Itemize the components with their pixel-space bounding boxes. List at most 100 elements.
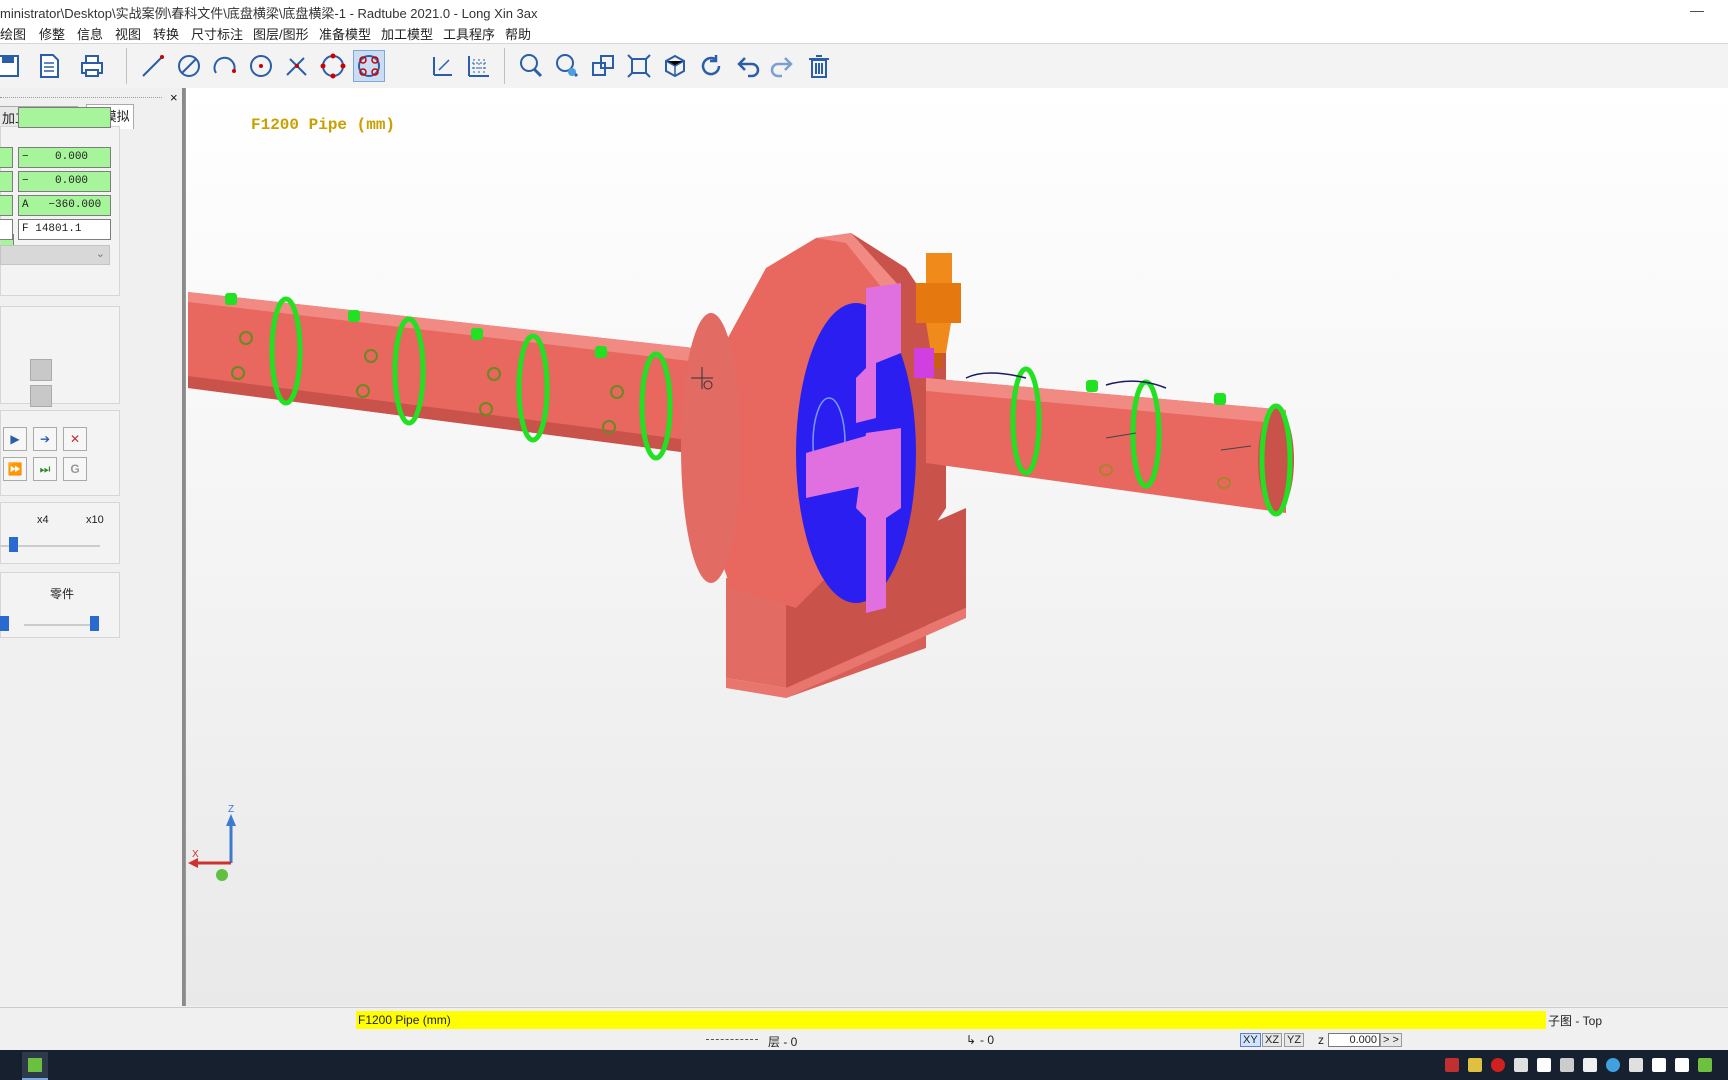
tray-icon-6[interactable]: [1560, 1058, 1574, 1072]
menu-bar: 绘图 修整 信息 视图 转换 尺寸标注 图层/图形 准备模型 加工模型 工具程序…: [0, 22, 1728, 43]
circle-diameter-icon[interactable]: [174, 51, 204, 81]
g-icon: G: [70, 462, 80, 476]
tray-icon-3[interactable]: [1491, 1058, 1505, 1072]
plane-xy-button[interactable]: XY: [1240, 1033, 1261, 1047]
minimize-button[interactable]: —: [1690, 2, 1704, 18]
delete-icon[interactable]: [804, 51, 834, 81]
pan-icon[interactable]: [588, 51, 618, 81]
redo-icon[interactable]: [768, 51, 798, 81]
tray-icon-12[interactable]: [1698, 1058, 1712, 1072]
fast-forward-icon: ⏩: [7, 462, 23, 476]
print-icon[interactable]: [77, 51, 107, 81]
more-button[interactable]: > >: [1380, 1033, 1402, 1047]
menu-prepare-model[interactable]: 准备模型: [319, 24, 371, 43]
axis-button-1[interactable]: [0, 147, 13, 168]
toggle-box-1[interactable]: [30, 359, 52, 381]
fit-view-icon[interactable]: [624, 51, 654, 81]
title-bar: ministrator\Desktop\实战案例\春科文件\底盘横梁\底盘横梁-…: [0, 0, 1728, 22]
tray-icon-2[interactable]: [1468, 1058, 1482, 1072]
tray-icon-4[interactable]: [1514, 1058, 1528, 1072]
tray-icon-10[interactable]: [1652, 1058, 1666, 1072]
position-y-field: − 0.000: [18, 171, 111, 192]
menu-transform[interactable]: 转换: [153, 24, 179, 43]
toggle-box-2[interactable]: [30, 385, 52, 407]
axis-button-3[interactable]: [0, 195, 13, 216]
toolbar: [0, 43, 1728, 90]
step-button[interactable]: ➔: [33, 427, 57, 451]
graphics-viewport[interactable]: F1200 Pipe (mm) Z X: [185, 88, 1728, 1006]
layer-indicator[interactable]: 层 - 0: [768, 1033, 797, 1050]
torch-holder: [914, 348, 934, 378]
stop-button[interactable]: ✕: [63, 427, 87, 451]
menu-help[interactable]: 帮助: [505, 24, 531, 43]
zoom-icon[interactable]: [516, 51, 546, 81]
refresh-icon[interactable]: [696, 51, 726, 81]
position-a-field: A −360.000: [18, 195, 111, 216]
taskbar: [0, 1050, 1728, 1080]
speed-label-x4: x4: [37, 514, 49, 526]
axis-button-4[interactable]: [0, 219, 13, 240]
part-group: [0, 572, 120, 638]
cplane-indicator[interactable]: - 0: [980, 1033, 994, 1047]
status-bar: F1200 Pipe (mm) 子图 - Top: [0, 1007, 1728, 1032]
part-slider-track: [24, 624, 96, 626]
gcode-button[interactable]: G: [63, 457, 87, 481]
iso-view-icon[interactable]: [660, 51, 690, 81]
part-slider-start-thumb[interactable]: [0, 616, 9, 631]
document-icon[interactable]: [34, 51, 64, 81]
circle-points-icon[interactable]: [318, 51, 348, 81]
arc-tool-icon[interactable]: [210, 51, 240, 81]
part-slider-end-thumb[interactable]: [90, 616, 99, 631]
menu-layers[interactable]: 图层/图形: [253, 24, 309, 43]
tray-icon-9[interactable]: [1629, 1058, 1643, 1072]
trim-tool-icon[interactable]: [282, 51, 312, 81]
z-label: z: [1318, 1033, 1324, 1047]
status-message: F1200 Pipe (mm): [356, 1011, 1546, 1029]
menu-dimension[interactable]: 尺寸标注: [191, 24, 243, 43]
step-icon: ➔: [39, 432, 51, 446]
subview-indicator[interactable]: 子图 - Top: [1548, 1012, 1602, 1029]
close-panel-button[interactable]: ×: [170, 90, 178, 105]
stop-icon: ✕: [69, 432, 81, 446]
axis-triad: [188, 814, 236, 881]
skip-end-icon: ⏭: [39, 462, 51, 476]
menu-view[interactable]: 视图: [115, 24, 141, 43]
tray-icon-8[interactable]: [1606, 1058, 1620, 1072]
speed-slider-thumb[interactable]: [9, 537, 18, 552]
fast-forward-button[interactable]: ⏩: [3, 457, 27, 481]
save-icon[interactable]: [0, 51, 24, 81]
tray-icon-5[interactable]: [1537, 1058, 1551, 1072]
operation-dropdown[interactable]: ⌄: [0, 245, 110, 265]
line-tool-icon[interactable]: [138, 51, 168, 81]
tray-icon-7[interactable]: [1583, 1058, 1597, 1072]
menu-info[interactable]: 信息: [77, 24, 103, 43]
zoom-window-icon[interactable]: [552, 51, 582, 81]
position-x-field: − 0.000: [18, 147, 111, 168]
radtube-taskbar-icon[interactable]: [22, 1052, 48, 1080]
undo-icon[interactable]: [732, 51, 762, 81]
axis-button-2[interactable]: [0, 171, 13, 192]
cplane-icon: ↳: [966, 1033, 977, 1047]
z-depth-input[interactable]: 0.000: [1328, 1033, 1380, 1047]
operations-panel: × 加工 ▭ 管子 ▶ 模拟 − 0.000 − 0.000 A −360.00…: [0, 88, 185, 1006]
grid-tool-icon[interactable]: [464, 51, 494, 81]
menu-utilities[interactable]: 工具程序: [443, 24, 495, 43]
tray-icon-1[interactable]: [1445, 1058, 1459, 1072]
bolt-circle-icon[interactable]: [353, 50, 385, 82]
feedrate-field: F 14801.1: [18, 219, 111, 240]
tray-icon-11[interactable]: [1675, 1058, 1689, 1072]
plane-xz-button[interactable]: XZ: [1262, 1033, 1283, 1047]
plane-yz-button[interactable]: YZ: [1284, 1033, 1305, 1047]
machine-scene[interactable]: Z X: [186, 88, 1728, 1006]
playback-group: [0, 410, 120, 496]
menu-machining-model[interactable]: 加工模型: [381, 24, 433, 43]
circle-center-icon[interactable]: [246, 51, 276, 81]
menu-trim[interactable]: 修整: [39, 24, 65, 43]
line-style-indicator[interactable]: [706, 1039, 758, 1040]
axis-z-label: Z: [228, 804, 234, 815]
play-button[interactable]: ▶: [3, 427, 27, 451]
skip-end-button[interactable]: ⏭: [33, 457, 57, 481]
pipe-right: [926, 378, 1294, 513]
menu-draw[interactable]: 绘图: [0, 24, 26, 43]
dimension-tool-icon[interactable]: [428, 51, 458, 81]
